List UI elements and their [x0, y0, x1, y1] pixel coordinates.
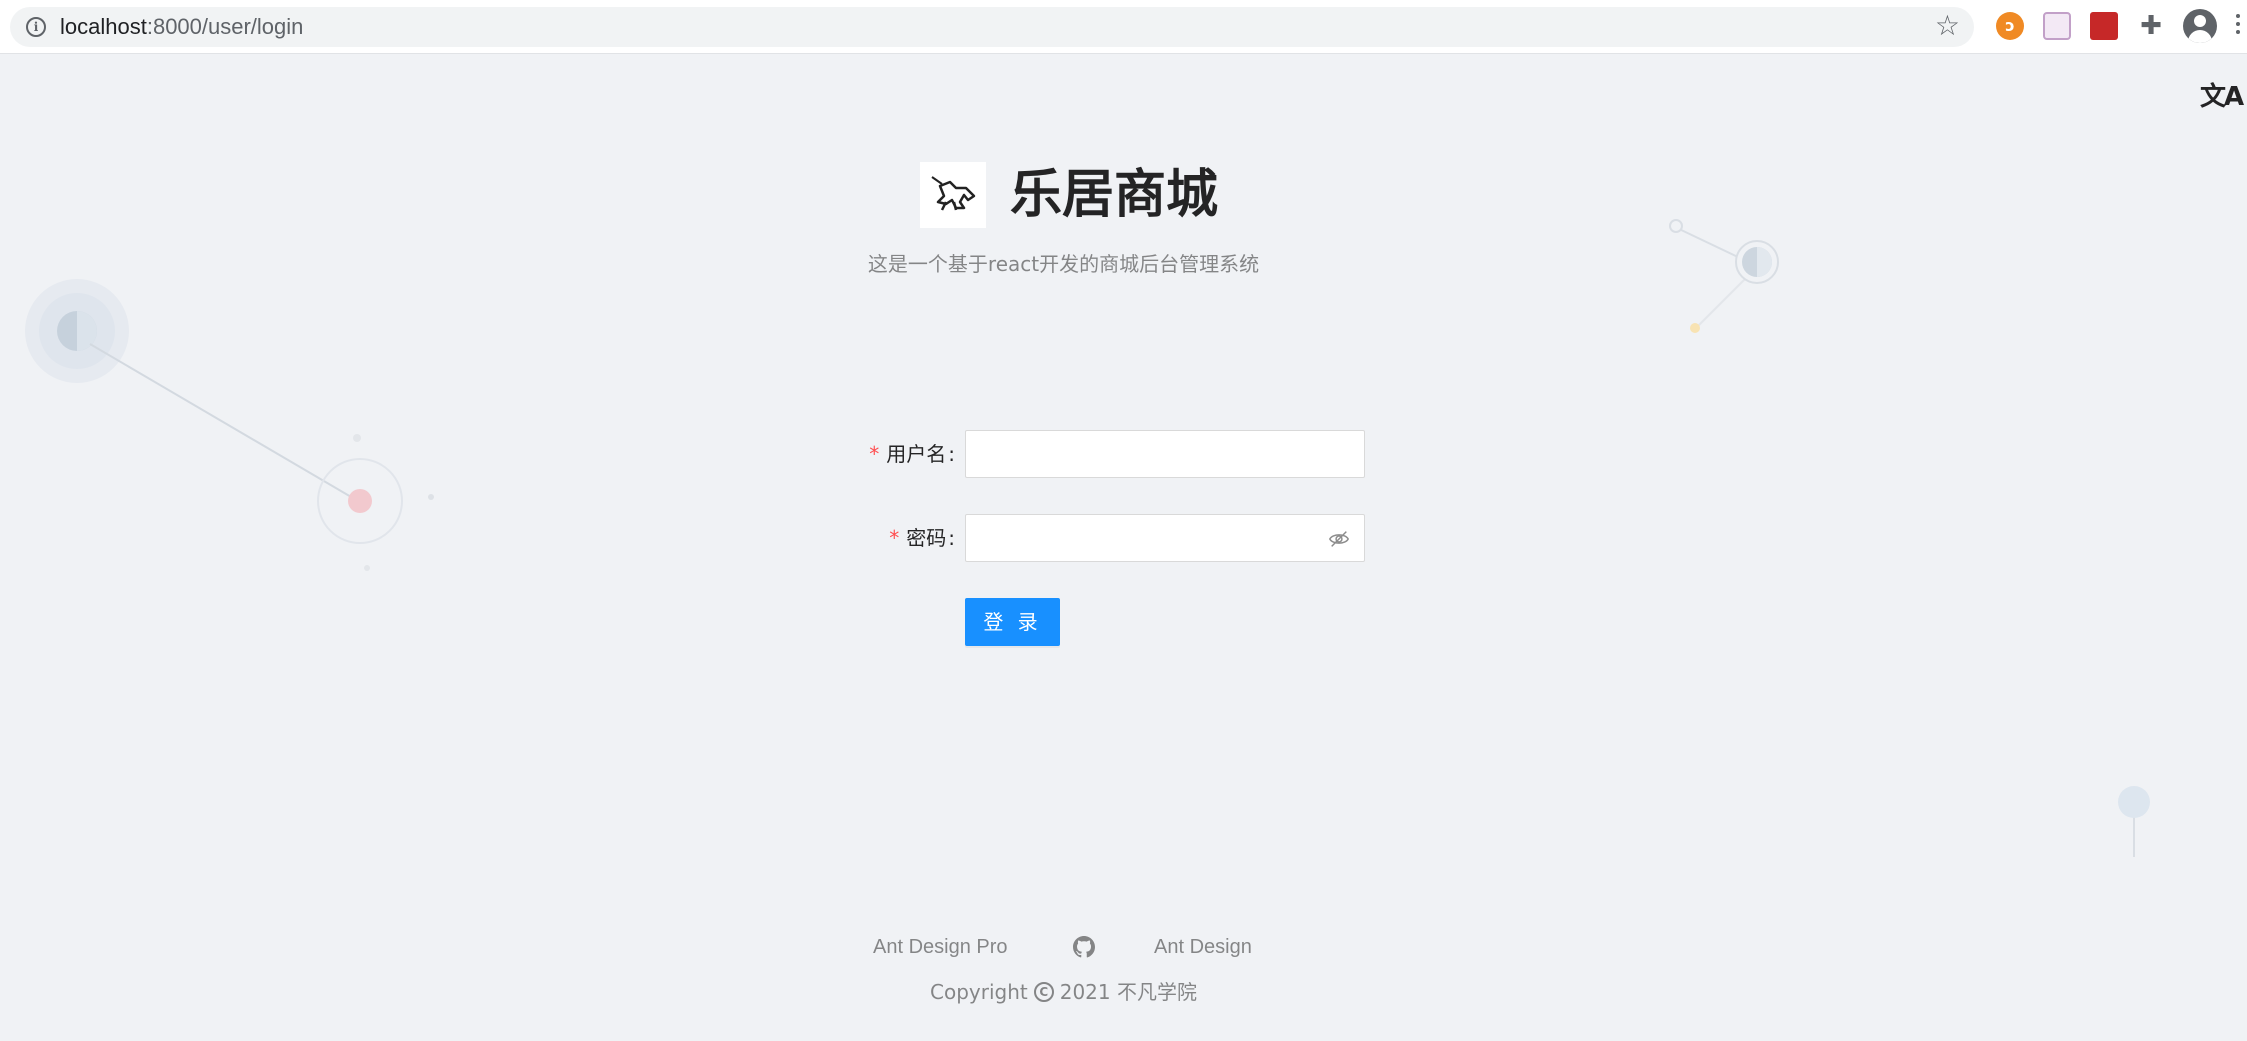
- browser-toolbar: i localhost:8000/user/login ☆ ↄ ✚: [0, 0, 2247, 54]
- deco-circle-outer: [25, 279, 129, 383]
- deco-dot-c: [364, 565, 370, 571]
- footer-link-ant-design[interactable]: Ant Design: [1154, 932, 1252, 962]
- site-info-icon[interactable]: i: [26, 17, 46, 37]
- label-colon: :: [948, 442, 955, 466]
- username-label-text: 用户名: [886, 442, 947, 466]
- copyright: Copyright C 2021 不凡学院: [0, 977, 2127, 1007]
- deco-half-circle: [77, 311, 97, 351]
- eye-invisible-icon[interactable]: [1328, 528, 1350, 550]
- url-text[interactable]: localhost:8000/user/login: [60, 15, 303, 39]
- footer-link-ant-design-pro[interactable]: Ant Design Pro: [873, 932, 1008, 962]
- required-mark: *: [868, 442, 881, 466]
- password-input[interactable]: [965, 514, 1365, 562]
- translate-icon: 文A: [2200, 82, 2244, 112]
- page-subtitle: 这是一个基于react开发的商城后台管理系统: [867, 252, 1260, 276]
- logo-graphic: [931, 176, 976, 211]
- extension-orange-icon[interactable]: ↄ: [1996, 12, 2024, 40]
- footer-links: Ant Design Pro Ant Design: [0, 932, 2127, 962]
- username-input[interactable]: [965, 430, 1365, 478]
- extension-book-icon[interactable]: [2043, 12, 2071, 40]
- password-label: * 密码:: [888, 514, 955, 562]
- label-colon: :: [948, 526, 955, 550]
- deco-circle-mid: [39, 293, 115, 369]
- deco-line-right-b: [1696, 278, 1746, 328]
- deco-pin-head: [2118, 786, 2150, 818]
- required-mark: *: [888, 526, 901, 550]
- deco-circle-inner-left: [57, 311, 97, 351]
- address-bar[interactable]: i localhost:8000/user/login ☆: [10, 7, 1974, 47]
- copyright-text: 2021 不凡学院: [1059, 980, 1197, 1004]
- page-title: 乐居商城: [1010, 165, 1219, 225]
- url-path: :8000/user/login: [146, 14, 304, 39]
- login-button[interactable]: 登 录: [965, 598, 1060, 646]
- profile-avatar-icon[interactable]: [2183, 9, 2217, 43]
- browser-menu-icon[interactable]: [2236, 12, 2242, 40]
- deco-yellow-dot: [1690, 323, 1700, 333]
- username-label: * 用户名:: [868, 430, 955, 478]
- deco-pink-dot: [348, 489, 372, 513]
- extensions-puzzle-icon[interactable]: ✚: [2137, 12, 2165, 40]
- deco-small-ring: [1669, 219, 1683, 233]
- password-label-text: 密码: [906, 526, 947, 550]
- extension-red-icon[interactable]: [2090, 12, 2118, 40]
- copyright-icon: C: [1033, 982, 1054, 1002]
- password-form-item: * 密码:: [0, 514, 2247, 562]
- username-form-item: * 用户名:: [0, 430, 2247, 478]
- language-switch-icon[interactable]: 文A: [2200, 76, 2244, 113]
- url-host: localhost: [60, 14, 147, 39]
- github-icon[interactable]: [1073, 936, 1095, 958]
- deco-dot-b: [428, 494, 434, 500]
- copyright-prefix: Copyright: [930, 980, 1028, 1004]
- bookmark-star-icon[interactable]: ☆: [1935, 11, 1960, 41]
- unicorn-logo-icon: [920, 162, 986, 228]
